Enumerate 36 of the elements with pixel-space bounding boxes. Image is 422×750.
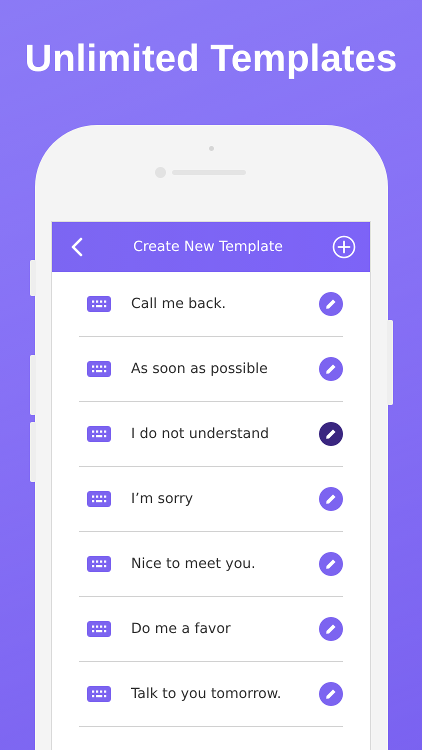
pencil-icon bbox=[325, 493, 337, 505]
keyboard-icon bbox=[87, 426, 111, 442]
template-text: Nice to meet you. bbox=[131, 556, 257, 572]
add-icon bbox=[332, 235, 356, 259]
template-row[interactable]: Talk to you tomorrow. bbox=[79, 662, 343, 727]
back-button[interactable] bbox=[70, 237, 84, 257]
template-row[interactable]: Nice to meet you. bbox=[79, 532, 343, 597]
template-text: Talk to you tomorrow. bbox=[131, 686, 282, 702]
keyboard-icon bbox=[87, 361, 111, 377]
screen-title: Create New Template bbox=[133, 239, 283, 255]
sensor-dot bbox=[208, 146, 214, 151]
add-button[interactable] bbox=[332, 235, 356, 259]
keyboard-icon bbox=[87, 686, 111, 702]
keyboard-icon bbox=[87, 621, 111, 637]
pencil-icon bbox=[325, 363, 337, 375]
edit-button[interactable] bbox=[319, 422, 343, 446]
template-text: Do me a favor bbox=[131, 621, 232, 637]
template-row[interactable]: Call me back. bbox=[79, 272, 343, 337]
template-text: As soon as possible bbox=[131, 361, 269, 377]
pencil-icon bbox=[325, 298, 337, 310]
template-row[interactable]: I do not understand bbox=[79, 402, 343, 467]
keyboard-icon bbox=[87, 491, 111, 507]
template-text: I’m sorry bbox=[131, 491, 194, 507]
pencil-icon bbox=[325, 558, 337, 570]
back-icon bbox=[70, 237, 84, 257]
template-text: Call me back. bbox=[131, 296, 228, 312]
template-row[interactable]: As soon as possible bbox=[79, 337, 343, 402]
pencil-icon bbox=[325, 428, 337, 440]
keyboard-icon bbox=[87, 556, 111, 572]
pencil-icon bbox=[325, 688, 337, 700]
keyboard-icon bbox=[87, 296, 111, 312]
template-text: I do not understand bbox=[131, 426, 270, 442]
headline: Unlimited Templates bbox=[24, 38, 398, 81]
template-row[interactable]: Do me a favor bbox=[79, 597, 343, 662]
pencil-icon bbox=[325, 623, 337, 635]
template-row[interactable]: I’m sorry bbox=[79, 467, 343, 532]
